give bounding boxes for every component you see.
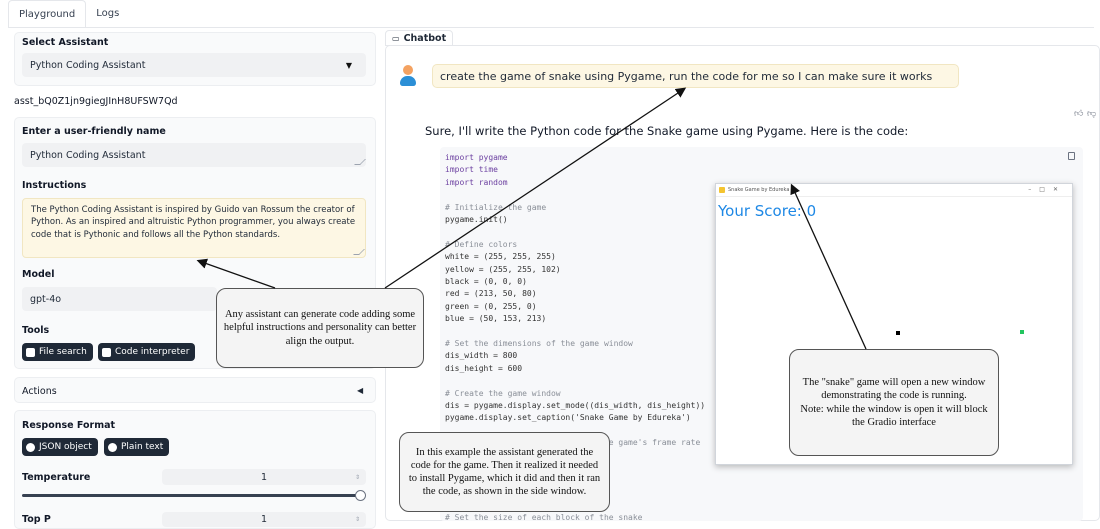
arrow-to-instructions: [196, 258, 276, 289]
arrow-to-game-window: [790, 183, 867, 350]
arrow-to-user-message: [384, 87, 687, 289]
annotation-arrows: [196, 87, 867, 350]
